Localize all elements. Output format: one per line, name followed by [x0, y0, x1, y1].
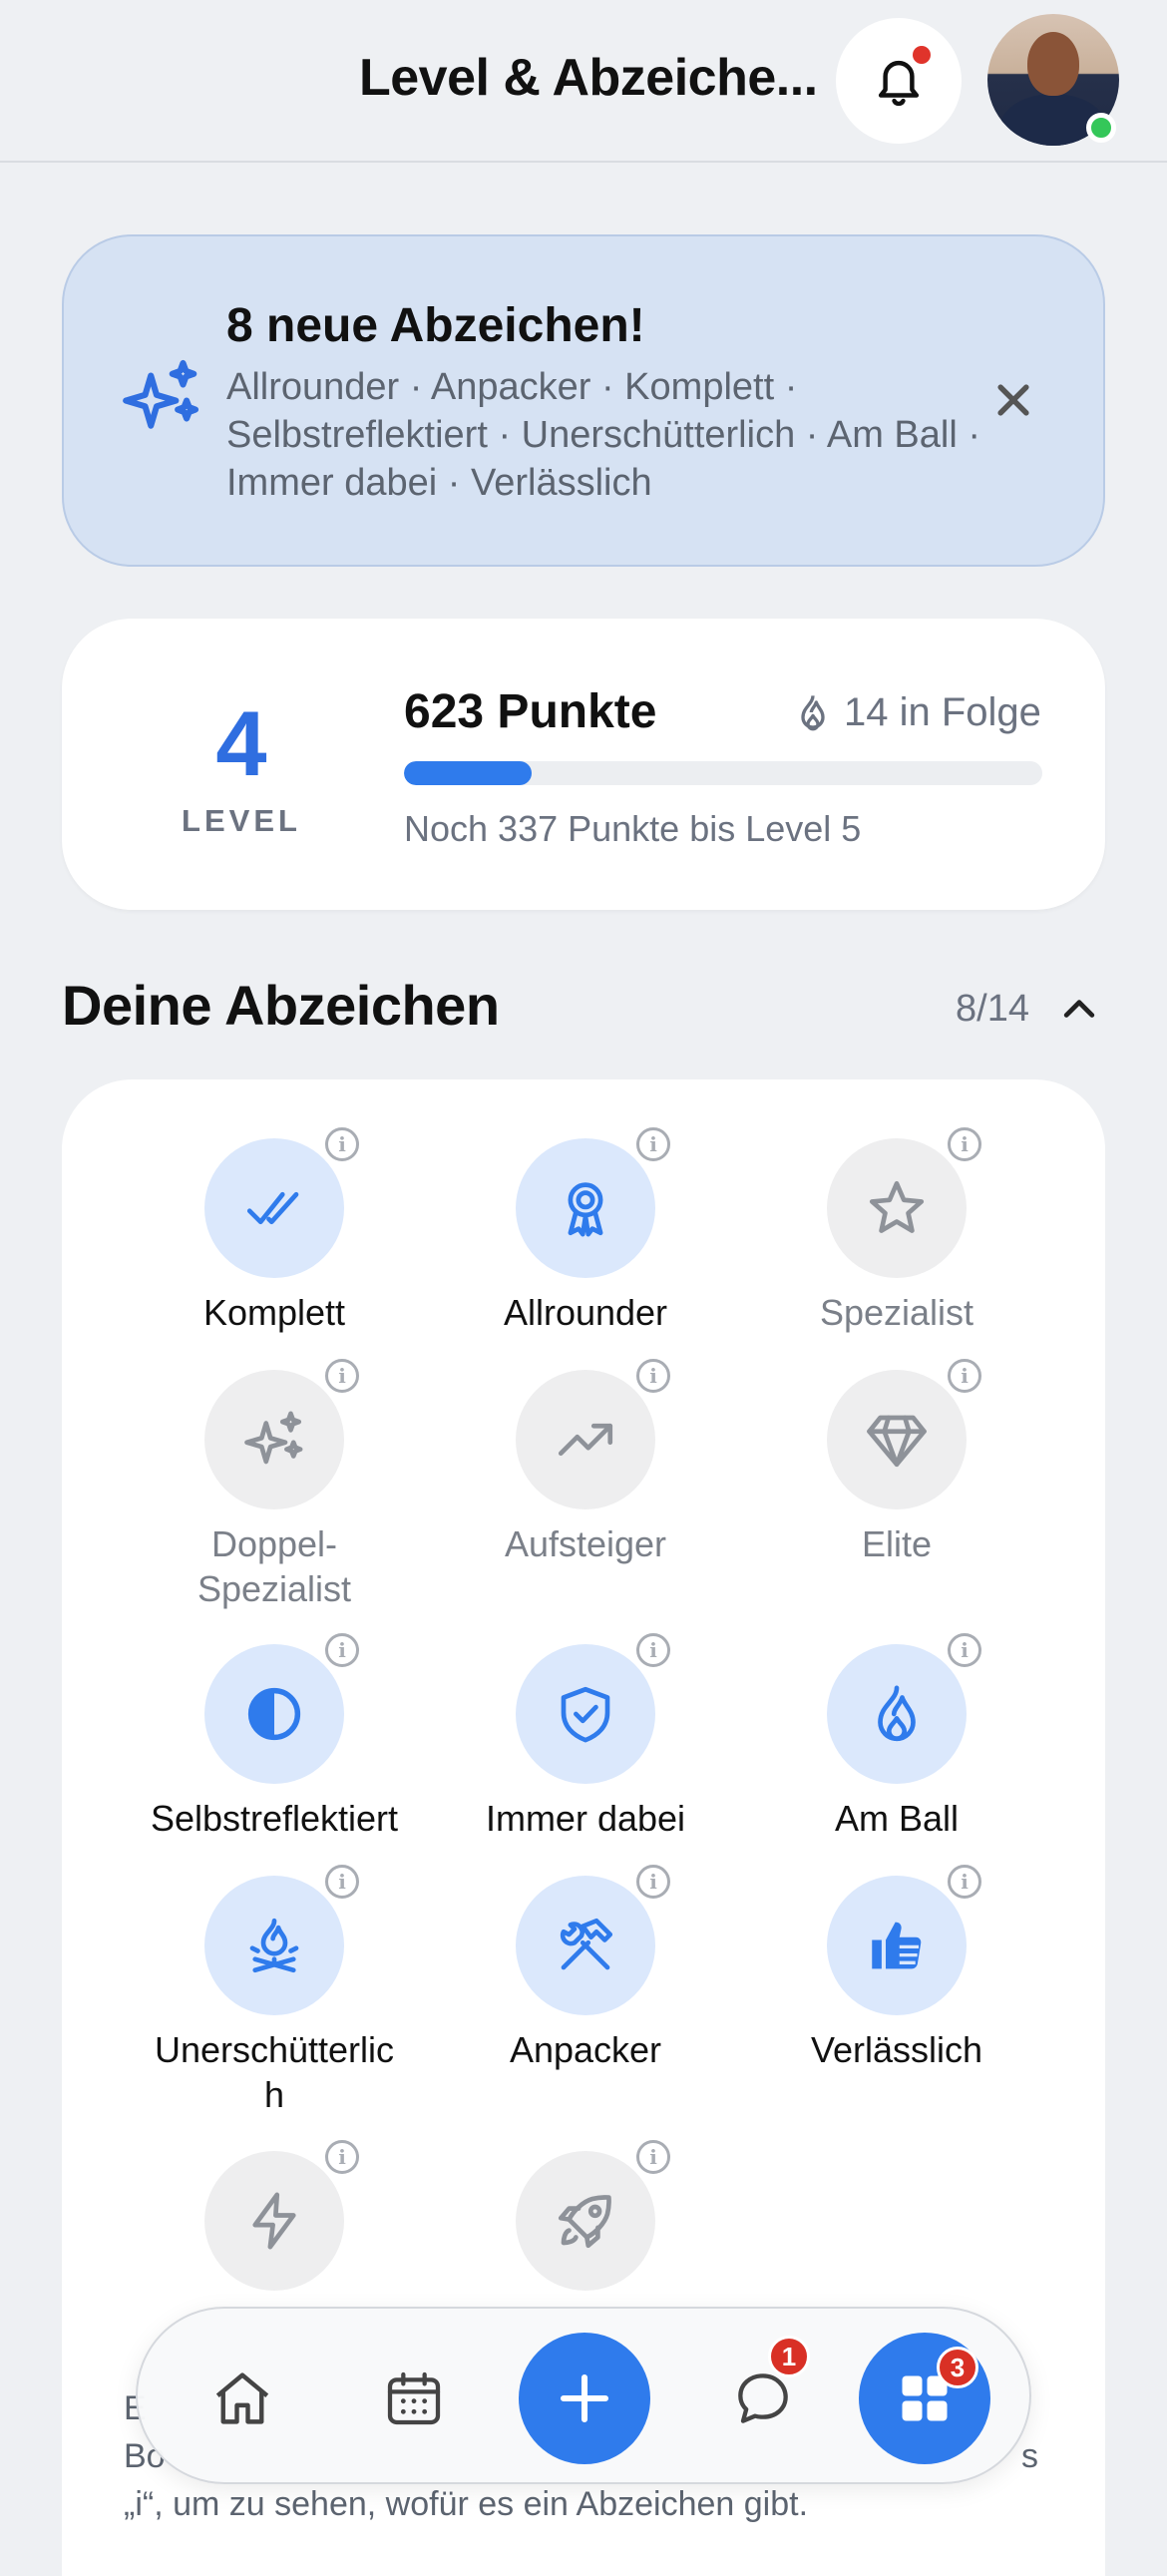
notification-dot [913, 46, 931, 64]
flame-icon [878, 1685, 916, 1742]
badge-label: Anpacker [509, 2029, 662, 2070]
apps-badge: 3 [937, 2347, 978, 2388]
badges-count: 8/14 [956, 988, 1029, 1030]
lightning-icon [252, 2192, 296, 2250]
streak-text: 14 in Folge [844, 689, 1041, 734]
badge-circle [827, 1644, 967, 1784]
points-total: 623 Punkte [404, 685, 657, 738]
badge-label: Doppel- Spezialist [196, 1523, 352, 1609]
bottom-navigation: 1 3 [136, 2307, 1031, 2484]
badge-circle [204, 1876, 344, 2015]
shield-check-icon [561, 1686, 610, 1743]
info-icon[interactable]: i [636, 1359, 670, 1393]
nav-calendar[interactable] [369, 2354, 459, 2443]
badge-circle [204, 1138, 344, 1278]
info-icon[interactable]: i [948, 1865, 981, 1899]
info-icon[interactable]: i [325, 1633, 359, 1667]
info-icon[interactable]: i [948, 1127, 981, 1161]
info-icon[interactable]: i [636, 2140, 670, 2174]
chevron-up-icon[interactable] [1057, 988, 1101, 1032]
streak: 14 in Folge [796, 690, 1041, 734]
badge-circle [827, 1876, 967, 2015]
info-icon[interactable]: i [948, 1633, 981, 1667]
badge-label: Unerschütterlic h [154, 2029, 395, 2115]
badge-circle [204, 1370, 344, 1509]
star-icon [869, 1180, 925, 1233]
badge-label: Am Ball [834, 1798, 960, 1839]
top-bar: Level & Abzeiche... [0, 0, 1167, 163]
badge-label: Selbstreflektiert [150, 1798, 399, 1839]
badges-section-title: Deine Abzeichen [62, 974, 500, 1037]
calendar-icon [387, 2371, 441, 2425]
badge-label: Elite [861, 1523, 933, 1564]
thumbs-up-icon [872, 1922, 922, 1969]
half-circle-icon [247, 1687, 301, 1741]
info-icon[interactable]: i [636, 1633, 670, 1667]
level-card: 4 LEVEL 623 Punkte 14 in Folge Noch 337 … [62, 619, 1105, 910]
diamond-icon [867, 1415, 927, 1468]
badge-circle [827, 1370, 967, 1509]
rocket-icon [558, 2195, 611, 2249]
award-ribbon-icon [568, 1182, 603, 1237]
badge-circle [827, 1138, 967, 1278]
home-icon [215, 2372, 269, 2424]
page-title: Level & Abzeiche... [359, 49, 818, 107]
info-icon[interactable]: i [325, 2140, 359, 2174]
level-number: 4 [215, 693, 267, 795]
nav-apps[interactable]: 3 [859, 2333, 990, 2464]
double-check-icon [246, 1191, 299, 1225]
info-icon[interactable]: i [325, 1865, 359, 1899]
banner-title: 8 neue Abzeichen! [226, 299, 645, 352]
hammer-wrench-icon [560, 1918, 613, 1970]
info-icon[interactable]: i [325, 1359, 359, 1393]
close-icon[interactable] [991, 378, 1035, 422]
add-button[interactable] [519, 2333, 650, 2464]
badge-label: Verlässlich [810, 2029, 983, 2070]
badge-label: Allrounder [503, 1292, 668, 1333]
info-icon[interactable]: i [325, 1127, 359, 1161]
plus-icon [560, 2373, 609, 2423]
badge-label: Komplett [202, 1292, 346, 1333]
level-progress-fill [404, 761, 532, 785]
level-progress-bar [404, 761, 1042, 785]
campfire-icon [249, 1918, 299, 1973]
badge-circle [516, 1644, 655, 1784]
online-status-dot [1086, 113, 1116, 143]
new-badges-banner: 8 neue Abzeichen! Allrounder · Anpacker … [62, 234, 1105, 567]
banner-badge-list: Allrounder · Anpacker · Komplett · Selbs… [226, 366, 981, 504]
badge-circle [516, 1876, 655, 2015]
badge-circle [516, 2151, 655, 2291]
sparkles-icon [244, 1411, 303, 1465]
badge-circle [516, 1138, 655, 1278]
badge-label: Spezialist [819, 1292, 974, 1333]
level-label: LEVEL [182, 803, 301, 838]
info-icon[interactable]: i [948, 1359, 981, 1393]
badge-label: Immer dabei [485, 1798, 686, 1839]
badge-circle [204, 2151, 344, 2291]
badge-circle [516, 1370, 655, 1509]
trending-up-icon [558, 1423, 613, 1457]
sparkles-icon [123, 359, 199, 429]
chat-unread-badge: 1 [768, 2336, 810, 2377]
notifications-button[interactable] [836, 18, 962, 144]
info-icon[interactable]: i [636, 1127, 670, 1161]
info-icon[interactable]: i [636, 1865, 670, 1899]
nav-chat[interactable]: 1 [718, 2336, 810, 2443]
nav-home[interactable] [197, 2354, 287, 2443]
flame-icon [801, 695, 825, 731]
points-to-next-level: Noch 337 Punkte bis Level 5 [404, 808, 862, 849]
badge-label: Aufsteiger [504, 1523, 667, 1564]
badge-circle [204, 1644, 344, 1784]
